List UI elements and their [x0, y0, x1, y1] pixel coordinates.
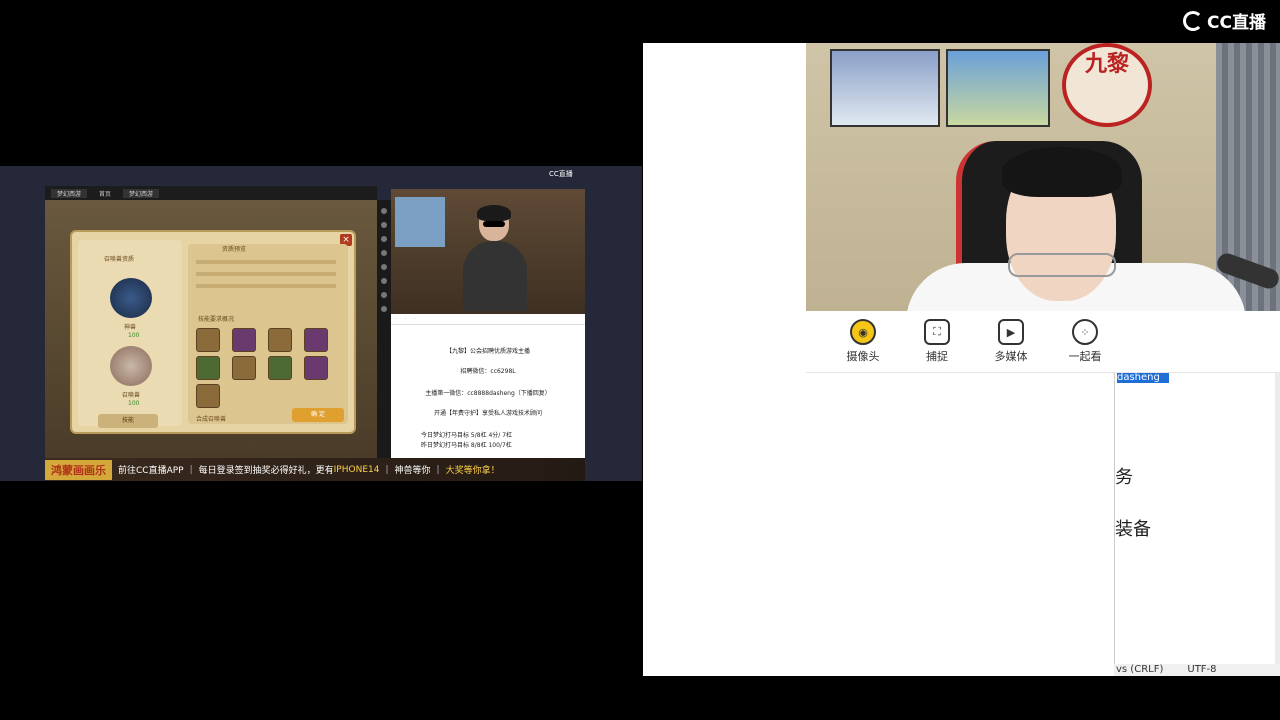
editor-statusbar: vs (CRLF) UTF-8	[1114, 664, 1280, 676]
inset-streamer-camera	[391, 189, 585, 314]
banner-text: 每日登录签到抽奖必得好礼，更有	[198, 466, 334, 476]
game-tab[interactable]: 梦幻西游	[51, 188, 88, 198]
stream-toolbar: ◉ 摄像头 ⛶ 捕捉 ▶ 多媒体 ⁘ 一起看	[806, 311, 1280, 373]
toolbar-dot-icon[interactable]	[381, 292, 387, 298]
confirm-button[interactable]: 确 定	[292, 408, 344, 422]
selected-text[interactable]: dasheng	[1117, 373, 1169, 383]
toolbar-dot-icon[interactable]	[381, 236, 387, 242]
watch-together-icon: ⁘	[1072, 319, 1098, 345]
encoding-status[interactable]: UTF-8	[1187, 664, 1216, 676]
stats-panel: 资质预览 技能要求概况 合成召唤兽 确 定	[188, 244, 348, 424]
cc-watermark: CC直播	[1183, 8, 1266, 33]
line-ending-status[interactable]: vs (CRLF)	[1116, 664, 1163, 676]
banner-text: 大奖等你拿！	[445, 466, 500, 476]
stat-row	[196, 260, 336, 264]
pet-tab-button[interactable]: 技能	[98, 414, 158, 428]
skill-slot[interactable]	[196, 328, 220, 352]
skill-slot[interactable]	[304, 356, 328, 380]
notice-topbar: · · ·	[391, 314, 585, 325]
camera-icon: ◉	[850, 319, 876, 345]
notice-line: 开通【年费守护】享受私人游戏技术顾问	[433, 410, 542, 417]
game-tab[interactable]: 首页	[99, 189, 111, 198]
game-tab[interactable]: 梦幻西游	[123, 188, 160, 198]
promo-banner[interactable]: 鸿蒙画画乐 前往CC直播APP | 每日登录签到抽奖必得好礼，更有 IPHONE…	[45, 458, 585, 481]
background-window	[395, 197, 445, 247]
watermark-text: CC直播	[1207, 13, 1266, 33]
camera-button[interactable]: ◉ 摄像头	[840, 311, 886, 372]
banner-text: 前往CC直播APP	[118, 466, 184, 476]
notice-line: 昨日梦幻打马目标 8/8杠 100/7杠	[421, 442, 512, 449]
notice-line: 主播第一微信：cc8888dasheng（下播回复）	[425, 390, 551, 397]
game-titlebar: 梦幻西游 首页 梦幻西游	[45, 186, 377, 200]
skill-slot[interactable]	[304, 328, 328, 352]
notice-line: 招聘微信：cc6298L	[460, 368, 516, 375]
pet-panel-title: 召唤兽资质	[104, 256, 135, 263]
pet-b-image[interactable]	[110, 346, 152, 386]
stats-title: 资质预览	[222, 246, 247, 253]
skill-slot[interactable]	[232, 328, 256, 352]
inset-cc-logo: CC直播	[549, 170, 573, 178]
toolbar-dot-icon[interactable]	[381, 222, 387, 228]
toolbar-dot-icon[interactable]	[381, 208, 387, 214]
streamer-camera: 九黎	[806, 43, 1280, 311]
tool-label: 捕捉	[926, 350, 948, 363]
banner-badge: 鸿蒙画画乐	[45, 459, 112, 480]
skill-slot[interactable]	[268, 328, 292, 352]
editor-text: 装备	[1115, 519, 1151, 540]
capture-icon: ⛶	[924, 319, 950, 345]
stat-row	[196, 272, 336, 276]
pet-list-panel: 召唤兽资质 神兽 100 召唤兽 100 技能	[78, 240, 182, 428]
drum-decoration: 九黎	[1062, 43, 1152, 127]
multimedia-button[interactable]: ▶ 多媒体	[988, 311, 1034, 372]
notice-line: 【九黎】公会招聘优质游戏主播	[445, 348, 530, 355]
pet-a-value: 100	[128, 332, 140, 339]
watch-together-button[interactable]: ⁘ 一起看	[1062, 311, 1108, 372]
skill-slot[interactable]	[196, 384, 220, 408]
pet-a-image[interactable]	[110, 278, 152, 318]
stat-row	[196, 284, 336, 288]
inset-notice-panel: · · · 【九黎】公会招聘优质游戏主播 招聘微信：cc6298L 主播第一微信：c…	[391, 314, 585, 458]
banner-text: 神兽等你	[394, 466, 431, 476]
skills-title: 技能要求概况	[198, 316, 235, 323]
toolbar-dot-icon[interactable]	[381, 250, 387, 256]
pet-a-label: 神兽	[124, 324, 137, 331]
text-editor-fragment[interactable]: dasheng 务 装备	[1114, 373, 1280, 676]
dialog-footer-text: 合成召唤兽	[196, 416, 227, 423]
streamer-glasses	[1008, 253, 1116, 277]
wall-poster	[946, 49, 1050, 127]
cc-logo-icon	[1183, 10, 1204, 31]
capture-button[interactable]: ⛶ 捕捉	[914, 311, 960, 372]
tool-label: 一起看	[1068, 350, 1102, 363]
tool-label: 摄像头	[846, 350, 880, 363]
notice-line: 今日梦幻打马目标 5/8杠 4分/ 7杠	[421, 432, 513, 439]
streamer-hair	[1002, 147, 1122, 197]
editor-scrollbar[interactable]	[1275, 373, 1280, 664]
multimedia-icon: ▶	[998, 319, 1024, 345]
streamer-figure	[463, 205, 527, 314]
wall-poster	[830, 49, 940, 127]
tool-label: 多媒体	[994, 350, 1028, 363]
pet-synthesis-dialog: × 召唤兽资质 神兽 100 召唤兽 100 技能 资质预览 技能要求概况 合成…	[70, 230, 356, 434]
toolbar-dot-icon[interactable]	[381, 278, 387, 284]
toolbar-dot-icon[interactable]	[381, 264, 387, 270]
skill-slot[interactable]	[268, 356, 292, 380]
pet-b-value: 100	[128, 400, 140, 407]
editor-text: 务	[1115, 467, 1133, 488]
skill-slot[interactable]	[196, 356, 220, 380]
toolbar-dot-icon[interactable]	[381, 306, 387, 312]
banner-highlight: IPHONE14	[333, 464, 380, 475]
pet-b-label: 召唤兽	[122, 392, 141, 399]
game-side-toolbar	[377, 200, 391, 458]
skill-slot[interactable]	[232, 356, 256, 380]
